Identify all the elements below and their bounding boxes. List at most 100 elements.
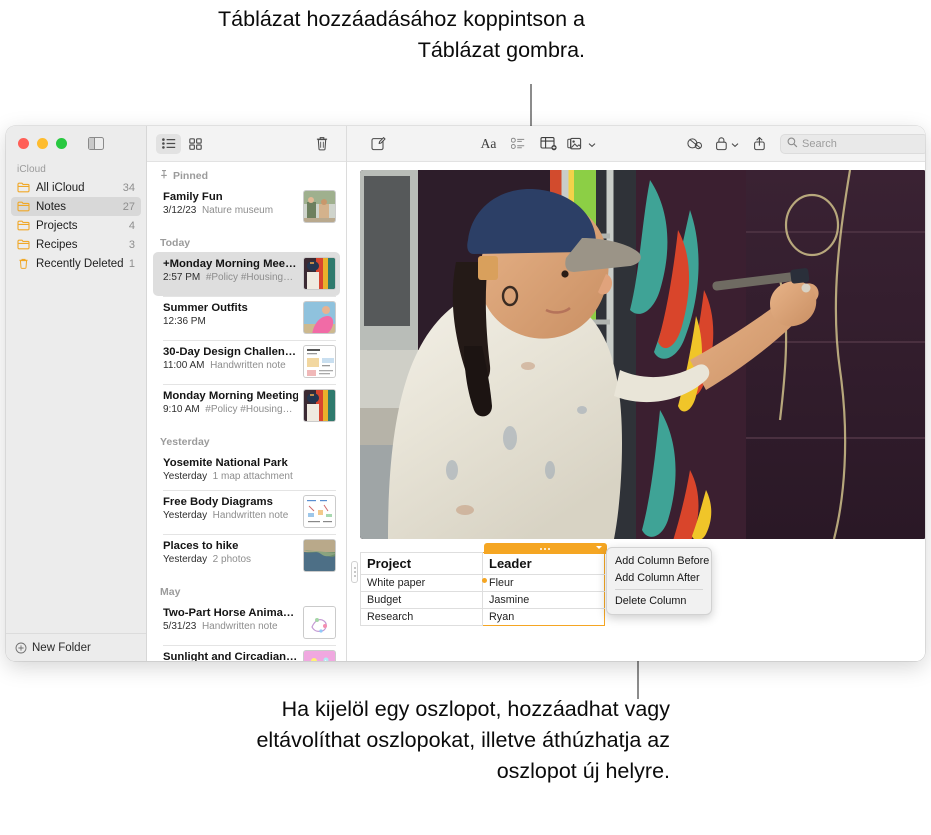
table-header-cell-project[interactable]: Project [360,552,483,575]
list-view-icon[interactable] [156,133,181,154]
table-cell[interactable]: Fleur [482,574,605,592]
notes-app-window: iCloud All iCloud 34 Notes 27 Projects 4… [6,126,925,661]
table-header-cell-leader[interactable]: Leader [482,552,605,575]
sidebar-item-recently-deleted[interactable]: Recently Deleted 1 [11,254,141,273]
checklist-icon[interactable] [504,133,534,155]
table-cell[interactable]: Jasmine [482,591,605,609]
sidebar-item-projects[interactable]: Projects 4 [11,216,141,235]
list-item[interactable]: Yosemite National Park Yesterday 1 map a… [153,451,340,490]
minimize-button[interactable] [37,138,48,149]
note-meta: 1 map attachment [212,471,293,482]
note-thumbnail [303,495,336,528]
note-group-label: Yesterday [160,436,210,448]
note-date: Yesterday [163,471,208,482]
sidebar-item-all-icloud[interactable]: All iCloud 34 [11,178,141,197]
media-button[interactable] [564,133,600,155]
note-thumbnail [303,190,336,223]
format-text-label: Aa [480,135,497,151]
format-text-icon[interactable]: Aa [474,133,504,155]
row-drag-handle-icon[interactable] [351,561,358,583]
note-text: Family Fun 3/12/23 Nature museum [163,190,303,218]
note-group-header-may: May [147,578,346,601]
sidebar-item-label: Recently Deleted [36,257,124,270]
share-icon[interactable] [744,133,774,155]
note-group-header-pinned: Pinned [147,162,346,185]
gallery-view-icon[interactable] [183,134,208,154]
note-date: 12:36 PM [163,316,206,327]
view-mode-segmented-control [156,133,208,154]
note-date: 11:00 AM [163,360,205,371]
table-cell[interactable]: Ryan [482,608,605,626]
note-subtitle: Yesterday Handwritten note [163,509,298,523]
note-subtitle: Yesterday 2 photos [163,553,298,567]
menu-item-add-column-after[interactable]: Add Column After [607,569,711,586]
sidebar-item-label: All iCloud [36,181,85,194]
note-list-pane: Pinned Family Fun 3/12/23 Nature museum [147,126,347,661]
note-group-header-today: Today [147,229,346,252]
list-item[interactable]: Monday Morning Meeting 9:10 AM #Policy #… [153,384,340,428]
table-cell[interactable]: Budget [360,591,483,609]
note-date: Yesterday [163,554,208,565]
list-item[interactable]: Two-Part Horse Anima… 5/31/23 Handwritte… [153,601,340,645]
table-cell[interactable]: Research [360,608,483,626]
note-text: 30-Day Design Challen… 11:00 AM Handwrit… [163,345,303,373]
note-title: +Monday Morning Mee… [163,258,297,270]
close-button[interactable] [18,138,29,149]
note-text: Sunlight and Circadian… 5/29/23 #school … [163,650,303,661]
zoom-button[interactable] [56,138,67,149]
sidebar-item-label: Projects [36,219,78,232]
markup-icon[interactable] [680,133,710,155]
list-item[interactable]: 30-Day Design Challen… 11:00 AM Handwrit… [153,340,340,384]
table-cell[interactable]: White paper [360,574,483,592]
note-detail-toolbar: Aa [347,126,925,162]
note-thumbnail [303,389,336,422]
sidebar-item-recipes[interactable]: Recipes 3 [11,235,141,254]
list-item[interactable]: Summer Outfits 12:36 PM [153,296,340,340]
note-subtitle: 5/31/23 Handwritten note [163,620,298,634]
folder-icon [17,239,30,250]
note-photo-attachment[interactable] [360,170,925,539]
note-thumbnail [303,650,336,661]
lock-button[interactable] [710,133,744,155]
search-input[interactable] [780,133,925,154]
table-row[interactable]: Budget Jasmine [360,591,605,609]
note-title: Sunlight and Circadian… [163,651,298,661]
note-text: Free Body Diagrams Yesterday Handwritten… [163,495,303,523]
column-context-menu: Add Column Before Add Column After Delet… [606,547,712,615]
menu-item-delete-column[interactable]: Delete Column [607,593,711,610]
search-field[interactable] [802,137,921,150]
table-row[interactable]: Research Ryan [360,608,605,626]
column-resize-dot[interactable] [481,578,487,583]
list-item[interactable]: Family Fun 3/12/23 Nature museum [153,185,340,229]
note-body[interactable]: Project Leader White paper Fleur Budget … [347,162,925,661]
plus-circle-icon [15,642,27,654]
note-meta: 2 photos [212,554,252,565]
list-item[interactable]: +Monday Morning Mee… 2:57 PM #Policy #Ho… [153,252,340,296]
menu-separator [615,589,703,590]
note-detail-pane: Aa Search Project Leader White paper Fle… [347,126,925,661]
menu-item-add-column-before[interactable]: Add Column Before [607,552,711,569]
callout-bottom-text: Ha kijelöl egy oszlopot, hozzáadhat vagy… [256,697,670,783]
note-title: 30-Day Design Challen… [163,346,297,358]
sidebar-item-notes[interactable]: Notes 27 [11,197,141,216]
note-title: Family Fun [163,191,223,203]
note-thumbnail [303,606,336,639]
note-list-scroll-area[interactable]: Pinned Family Fun 3/12/23 Nature museum [147,162,346,661]
column-handle-icon[interactable] [484,543,607,554]
table-icon[interactable] [534,133,564,155]
compose-icon[interactable] [363,133,393,155]
folder-icon [17,182,30,193]
sidebar-item-count: 3 [128,238,135,251]
note-thumbnail [303,345,336,378]
delete-note-button[interactable] [307,133,337,155]
note-date: 9:10 AM [163,404,200,415]
note-title: Yosemite National Park [163,457,288,469]
list-item[interactable]: Places to hike Yesterday 2 photos [153,534,340,578]
new-folder-button[interactable]: New Folder [6,633,146,661]
list-item[interactable]: Sunlight and Circadian… 5/29/23 #school … [153,645,340,661]
note-table[interactable]: Project Leader White paper Fleur Budget … [360,552,605,626]
note-date: 2:57 PM [163,272,201,283]
sidebar-toggle-icon[interactable] [88,137,104,150]
table-row[interactable]: White paper Fleur [360,574,605,592]
list-item[interactable]: Free Body Diagrams Yesterday Handwritten… [153,490,340,534]
